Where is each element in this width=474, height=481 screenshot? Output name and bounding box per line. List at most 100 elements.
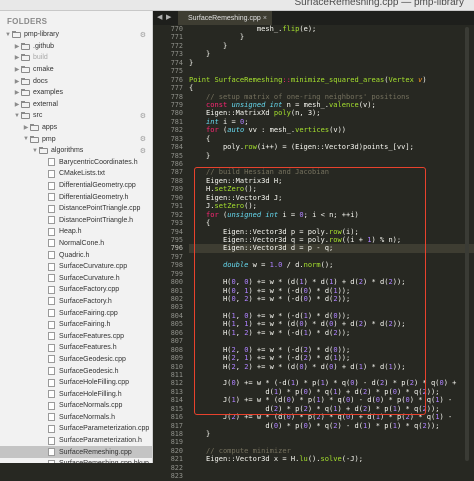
file-item[interactable]: SurfaceGeodesic.cpp <box>0 354 152 366</box>
file-item[interactable]: SurfaceCurvature.h <box>0 272 152 284</box>
tab-close-icon[interactable]: × <box>263 15 267 22</box>
tab-bar: ◀ ▶ SurfaceRemeshing.cpp × <box>153 11 474 25</box>
file-item[interactable]: SurfaceFactory.h <box>0 296 152 308</box>
file-icon <box>48 332 55 341</box>
folder-icon <box>21 100 30 108</box>
tree-item-label: Quadric.h <box>59 251 90 259</box>
file-item[interactable]: SurfaceParameterization.cpp <box>0 423 152 435</box>
file-item[interactable]: DistancePointTriangle.h <box>0 215 152 227</box>
tree-item-label: SurfaceRemeshing.cpp <box>59 448 132 456</box>
line-number: 785 <box>170 151 183 160</box>
file-item[interactable]: SurfaceNormals.h <box>0 412 152 424</box>
folder-item[interactable]: ▶ apps <box>0 122 152 134</box>
file-item[interactable]: DifferentialGeometry.cpp <box>0 180 152 192</box>
disclosure-open-icon[interactable]: ▼ <box>13 113 21 119</box>
tree-item-label: DistancePointTriangle.h <box>59 216 134 224</box>
window-title: SurfaceRemeshing.cpp — pmp-library <box>294 0 464 8</box>
file-item[interactable]: DifferentialGeometry.h <box>0 191 152 203</box>
sidebar: FOLDERS ▼ pmp-library ⚙ ▶ .github ▶ build ▶ cmak… <box>0 11 153 463</box>
file-item[interactable]: SurfaceRemeshing.cpp <box>0 446 152 458</box>
folder-item[interactable]: ▶ docs <box>0 75 152 87</box>
line-number: 779 <box>170 100 183 109</box>
file-item[interactable]: NormalCone.h <box>0 238 152 250</box>
tab-nav-right-icon[interactable]: ▶ <box>166 13 171 21</box>
folder-settings-icon[interactable]: ⚙ <box>140 31 146 39</box>
code-line: poly.row(i++) = (Eigen::Vector3d)points_… <box>189 142 414 152</box>
file-item[interactable]: SurfaceFairing.h <box>0 319 152 331</box>
file-item[interactable]: SurfaceHoleFilling.h <box>0 388 152 400</box>
tab-surfaceremeshing-cpp[interactable]: SurfaceRemeshing.cpp × <box>178 11 272 25</box>
file-item[interactable]: SurfaceFeatures.cpp <box>0 330 152 342</box>
folders-header: FOLDERS <box>7 17 48 26</box>
file-icon <box>48 285 55 294</box>
disclosure-closed-icon[interactable]: ▶ <box>13 66 21 73</box>
line-number: 821 <box>170 455 183 464</box>
line-number: 809 <box>170 354 183 363</box>
file-item[interactable]: SurfaceHoleFilling.cpp <box>0 377 152 389</box>
folder-item[interactable]: ▼ pmp-library ⚙ <box>0 29 152 41</box>
file-item[interactable]: SurfaceParameterization.h <box>0 435 152 447</box>
folder-item[interactable]: ▼ algorithms ⚙ <box>0 145 152 157</box>
line-number: 799 <box>170 269 183 278</box>
tree-item-label: SurfaceParameterization.cpp <box>59 425 150 433</box>
line-number: 807 <box>170 337 183 346</box>
tree-item-label: SurfaceFactory.cpp <box>59 286 120 294</box>
tab-label: SurfaceRemeshing.cpp <box>188 14 261 22</box>
code-editor[interactable]: mesh_.flip(e); } } }} Point SurfaceRemesh… <box>189 25 474 463</box>
folder-item[interactable]: ▶ external <box>0 99 152 111</box>
file-item[interactable]: SurfaceFeatures.h <box>0 342 152 354</box>
editor-scrollbar[interactable] <box>464 27 470 461</box>
line-number: 787 <box>170 168 183 177</box>
tree-item-label: examples <box>33 89 63 97</box>
folder-settings-icon[interactable]: ⚙ <box>140 112 146 120</box>
disclosure-closed-icon[interactable]: ▶ <box>13 89 21 96</box>
tree-item-label: SurfaceHoleFilling.h <box>59 390 122 398</box>
folder-icon <box>21 112 30 120</box>
line-number: 801 <box>170 286 183 295</box>
folder-settings-icon[interactable]: ⚙ <box>140 147 146 155</box>
file-item[interactable]: SurfaceRemeshing.cpp.bkup <box>0 458 152 463</box>
file-item[interactable]: DistancePointTriangle.cpp <box>0 203 152 215</box>
file-item[interactable]: SurfaceNormals.cpp <box>0 400 152 412</box>
folder-item[interactable]: ▶ examples <box>0 87 152 99</box>
file-item[interactable]: CMakeLists.txt <box>0 168 152 180</box>
file-icon <box>48 193 55 202</box>
tree-item-label: SurfaceNormals.h <box>59 413 116 421</box>
folder-item[interactable]: ▶ cmake <box>0 64 152 76</box>
tree-item-label: algorithms <box>51 147 84 155</box>
file-item[interactable]: Quadric.h <box>0 249 152 261</box>
file-icon <box>48 413 55 422</box>
tab-nav-left-icon[interactable]: ◀ <box>157 13 162 21</box>
file-item[interactable]: SurfaceFairing.cpp <box>0 307 152 319</box>
file-icon <box>48 216 55 225</box>
disclosure-closed-icon[interactable]: ▶ <box>13 78 21 85</box>
file-item[interactable]: BarycentricCoordinates.h <box>0 157 152 169</box>
file-icon <box>48 251 55 260</box>
tree-item-label: build <box>33 54 48 62</box>
disclosure-closed-icon[interactable]: ▶ <box>13 43 21 50</box>
code-line: H(0, 2) += w * (-d(0) * d(2)); <box>189 294 351 303</box>
file-item[interactable]: Heap.h <box>0 226 152 238</box>
folder-item[interactable]: ▼ pmp ⚙ <box>0 133 152 145</box>
disclosure-closed-icon[interactable]: ▶ <box>13 101 21 108</box>
file-icon <box>48 262 55 271</box>
disclosure-open-icon[interactable]: ▼ <box>22 136 30 142</box>
disclosure-closed-icon[interactable]: ▶ <box>22 124 30 131</box>
disclosure-open-icon[interactable]: ▼ <box>4 32 12 38</box>
line-number: 788 <box>170 176 183 185</box>
disclosure-closed-icon[interactable]: ▶ <box>13 54 21 61</box>
line-number: 793 <box>170 219 183 228</box>
folder-item[interactable]: ▶ build <box>0 52 152 64</box>
file-item[interactable]: SurfaceFactory.cpp <box>0 284 152 296</box>
folder-item[interactable]: ▶ .github <box>0 41 152 53</box>
tree-item-label: SurfaceCurvature.cpp <box>59 263 128 271</box>
tree-item-label: src <box>33 112 43 120</box>
code-line: } <box>189 429 211 438</box>
disclosure-open-icon[interactable]: ▼ <box>31 148 39 154</box>
file-icon <box>48 424 55 433</box>
file-item[interactable]: SurfaceGeodesic.h <box>0 365 152 377</box>
tree-item-label: SurfaceFeatures.cpp <box>59 332 124 340</box>
folder-item[interactable]: ▼ src ⚙ <box>0 110 152 122</box>
folder-settings-icon[interactable]: ⚙ <box>140 135 146 143</box>
file-item[interactable]: SurfaceCurvature.cpp <box>0 261 152 273</box>
